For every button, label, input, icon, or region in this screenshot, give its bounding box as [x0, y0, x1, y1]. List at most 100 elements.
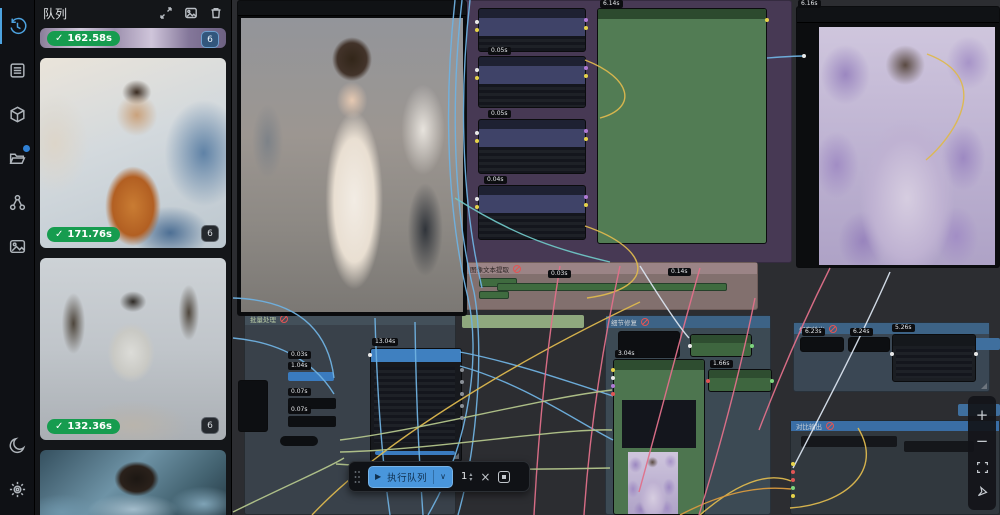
sidebar-item-node-map[interactable] [0, 180, 35, 224]
port[interactable] [460, 368, 464, 372]
node[interactable] [478, 119, 586, 174]
node[interactable] [478, 8, 586, 52]
batch-count-field[interactable]: 1 ▴ ▾ [461, 471, 472, 482]
node[interactable] [597, 8, 767, 244]
node[interactable] [478, 185, 586, 240]
group-title[interactable]: 细节修复 [606, 316, 770, 328]
sidebar-item-settings[interactable] [0, 467, 35, 511]
zoom-in-button[interactable]: + [976, 408, 989, 423]
expand-panel-icon[interactable] [159, 6, 173, 20]
port[interactable] [611, 392, 615, 396]
image-view-icon[interactable] [184, 6, 198, 20]
sidebar-item-theme-toggle[interactable] [0, 423, 35, 467]
sidebar-item-model-library[interactable] [0, 92, 35, 136]
queue-item[interactable]: ✓132.36s 6 [40, 258, 226, 440]
port[interactable] [584, 129, 588, 133]
drag-handle[interactable] [354, 470, 360, 484]
port[interactable] [475, 20, 479, 24]
node[interactable] [708, 369, 772, 392]
scrollbar[interactable] [375, 451, 455, 455]
port[interactable] [584, 26, 588, 30]
port[interactable] [791, 494, 795, 498]
sidebar-item-gallery[interactable] [0, 224, 35, 268]
port[interactable] [611, 368, 615, 372]
count-badge[interactable]: 6 [201, 31, 219, 48]
port[interactable] [770, 379, 774, 383]
node[interactable] [848, 337, 890, 352]
count-badge[interactable]: 6 [201, 225, 219, 242]
queue-item[interactable]: ✓171.76s 6 [40, 58, 226, 248]
port[interactable] [475, 68, 479, 72]
sidebar-item-workflows[interactable] [0, 136, 35, 180]
port[interactable] [475, 205, 479, 209]
port[interactable] [584, 18, 588, 22]
port[interactable] [750, 344, 754, 348]
port[interactable] [460, 416, 464, 420]
select-mode-button[interactable] [976, 485, 989, 498]
port[interactable] [765, 18, 769, 22]
count-stepper[interactable]: ▴ ▾ [469, 472, 472, 482]
group-resize-handle[interactable] [981, 383, 987, 389]
port[interactable] [791, 486, 795, 490]
node[interactable] [800, 337, 844, 352]
list-node[interactable] [370, 348, 462, 462]
node-title-bar[interactable] [797, 7, 999, 23]
run-queue-button[interactable]: ▶ 执行队列 ∨ [368, 466, 453, 488]
port[interactable] [584, 66, 588, 70]
node-title-bar[interactable] [238, 1, 466, 16]
reroute-node[interactable] [280, 436, 318, 446]
node[interactable] [497, 283, 727, 291]
node[interactable] [892, 334, 976, 382]
node-group[interactable]: 图像文本提取 [464, 262, 758, 310]
queue-item[interactable] [40, 450, 226, 515]
group-title[interactable]: 图像文本提取 [465, 263, 757, 274]
port[interactable] [688, 344, 692, 348]
port[interactable] [611, 384, 615, 388]
node[interactable] [478, 56, 586, 108]
node-resize-handle[interactable] [453, 453, 459, 459]
node[interactable] [690, 334, 752, 357]
node-header[interactable] [904, 441, 974, 452]
node-graph-canvas[interactable]: 图像文本提取 批量处理 细节修复 保存输出 对比输出 [232, 0, 1000, 515]
port[interactable] [460, 380, 464, 384]
port[interactable] [611, 376, 615, 380]
port[interactable] [475, 139, 479, 143]
stop-button[interactable] [498, 471, 510, 483]
node[interactable] [288, 416, 336, 427]
port[interactable] [460, 392, 464, 396]
port[interactable] [890, 352, 894, 356]
port[interactable] [475, 131, 479, 135]
port[interactable] [706, 379, 710, 383]
group-title-bar[interactable] [462, 315, 584, 328]
port[interactable] [475, 76, 479, 80]
queue-item[interactable]: ✓162.58s 6 [40, 28, 226, 48]
widget-row-selected[interactable] [288, 372, 334, 381]
fit-view-button[interactable] [976, 461, 989, 474]
port[interactable] [791, 462, 795, 466]
sidebar-item-node-library[interactable] [0, 48, 35, 92]
stepper-down-icon[interactable]: ▾ [469, 477, 472, 482]
node-header[interactable] [801, 436, 897, 447]
port[interactable] [584, 74, 588, 78]
port[interactable] [584, 137, 588, 141]
clear-queue-button[interactable]: × [480, 471, 490, 483]
port[interactable] [475, 197, 479, 201]
port[interactable] [974, 352, 978, 356]
port[interactable] [802, 54, 806, 58]
node[interactable] [613, 359, 705, 515]
port[interactable] [584, 195, 588, 199]
port[interactable] [584, 203, 588, 207]
image-result-node[interactable] [796, 6, 1000, 268]
image-preview-node[interactable] [237, 0, 467, 316]
count-badge[interactable]: 6 [201, 417, 219, 434]
port[interactable] [368, 353, 372, 357]
port[interactable] [791, 478, 795, 482]
port[interactable] [791, 470, 795, 474]
sidebar-item-queue-history[interactable] [0, 4, 35, 48]
port[interactable] [460, 404, 464, 408]
port[interactable] [475, 28, 479, 32]
node[interactable] [238, 380, 268, 432]
trash-icon[interactable] [209, 6, 223, 20]
zoom-out-button[interactable]: − [976, 434, 989, 449]
node[interactable] [479, 291, 509, 299]
